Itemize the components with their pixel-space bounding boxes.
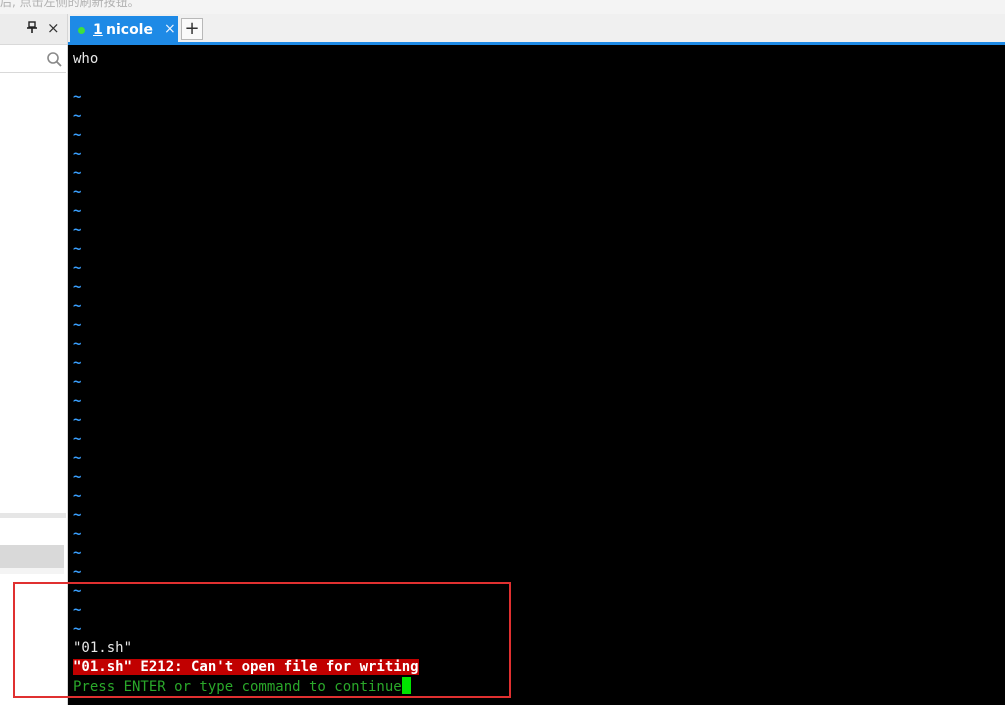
empty-line-marker: ~	[73, 279, 82, 295]
empty-line-marker: ~	[73, 545, 82, 561]
empty-line-marker: ~	[73, 355, 82, 371]
empty-line-marker: ~	[73, 450, 82, 466]
empty-line-marker: ~	[73, 336, 82, 352]
file-content-line: who	[73, 51, 99, 67]
empty-line-marker: ~	[73, 260, 82, 276]
empty-line-marker: ~	[73, 317, 82, 333]
close-tab-icon[interactable]: ×	[164, 21, 176, 37]
tab-bar: 1 nicole × +	[68, 14, 1005, 44]
empty-line-marker: ~	[73, 488, 82, 504]
empty-line-marker: ~	[73, 127, 82, 143]
pin-icon[interactable]	[26, 21, 38, 37]
empty-line-marker: ~	[73, 298, 82, 314]
connected-status-icon	[78, 27, 85, 34]
new-tab-button[interactable]: +	[181, 18, 203, 40]
sidebar-divider	[0, 568, 64, 574]
top-hint-text: 后, 点击左侧的刷新按钮。	[0, 0, 140, 9]
empty-line-marker: ~	[73, 469, 82, 485]
empty-line-marker: ~	[73, 203, 82, 219]
annotation-highlight-box	[13, 582, 511, 698]
empty-line-marker: ~	[73, 108, 82, 124]
empty-line-marker: ~	[73, 89, 82, 105]
search-icon[interactable]	[46, 51, 63, 72]
close-icon[interactable]: ×	[47, 19, 60, 37]
empty-line-marker: ~	[73, 184, 82, 200]
top-hint-bar: 后, 点击左侧的刷新按钮。	[0, 0, 1005, 14]
sidebar-scroll-track[interactable]	[0, 545, 64, 568]
empty-line-marker: ~	[73, 507, 82, 523]
empty-line-marker: ~	[73, 564, 82, 580]
empty-line-marker: ~	[73, 146, 82, 162]
empty-line-marker: ~	[73, 374, 82, 390]
empty-line-marker: ~	[73, 165, 82, 181]
empty-line-marker: ~	[73, 431, 82, 447]
empty-line-marker: ~	[73, 393, 82, 409]
sidebar-divider	[0, 513, 66, 518]
sidebar-header: ×	[0, 14, 67, 45]
empty-line-marker: ~	[73, 241, 82, 257]
tab-session-nicole[interactable]: 1 nicole ×	[70, 16, 178, 44]
tab-number: 1	[93, 22, 103, 38]
empty-line-marker: ~	[73, 412, 82, 428]
empty-line-marker: ~	[73, 222, 82, 238]
tab-label: nicole	[106, 22, 153, 38]
empty-line-marker: ~	[73, 526, 82, 542]
sidebar-search-input[interactable]	[0, 46, 66, 73]
